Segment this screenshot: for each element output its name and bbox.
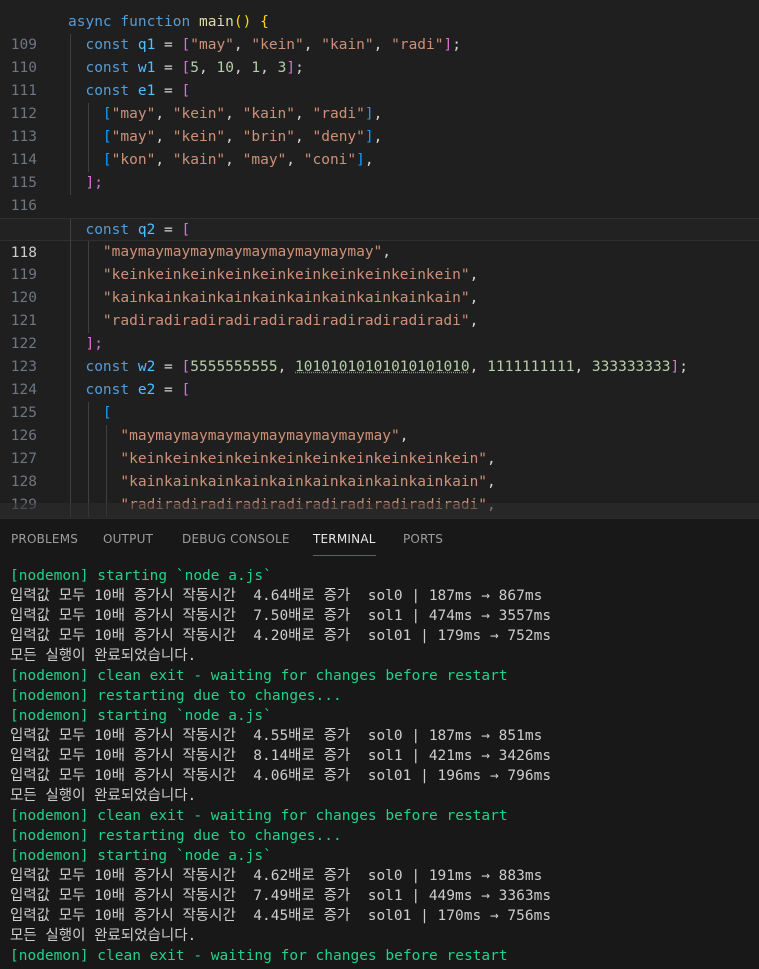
tab-output[interactable]: OUTPUT [103, 532, 153, 546]
terminal-output[interactable]: [nodemon] starting `node a.js` 입력값 모두 10… [10, 566, 755, 966]
terminal-line: [nodemon] starting `node a.js` [10, 708, 272, 724]
terminal-line: 입력값 모두 10배 증가시 작동시간 8.14배로 증가 sol1 | 421… [10, 748, 552, 764]
tab-problems[interactable]: PROBLEMS [11, 532, 78, 546]
code-line[interactable]: 129 "kainkainkainkainkainkainkainkainkai… [0, 471, 759, 513]
code-line[interactable]: 110 const q1 = ["may", "kein", "kain", "… [0, 34, 759, 76]
code-line[interactable]: 125 const e2 = [ [0, 379, 759, 421]
terminal-line: [nodemon] restarting due to changes... [10, 688, 342, 704]
terminal-line: [nodemon] restarting due to changes... [10, 828, 342, 844]
terminal-line: 입력값 모두 10배 증가시 작동시간 4.55배로 증가 sol0 | 187… [10, 728, 543, 744]
bottom-panel: PROBLEMS OUTPUT DEBUG CONSOLE TERMINAL P… [0, 518, 759, 969]
code-line[interactable]: 126 [ [0, 402, 759, 444]
terminal-line: [nodemon] starting `node a.js` [10, 848, 272, 864]
horizontal-scrollbar[interactable] [0, 503, 759, 518]
code-line[interactable]: 120 "keinkeinkeinkeinkeinkeinkeinkeinkei… [0, 264, 759, 306]
terminal-line: 입력값 모두 10배 증가시 작동시간 4.64배로 증가 sol0 | 187… [10, 588, 543, 604]
code-line[interactable]: 115 ["kon", "kain", "may", "coni"], [0, 149, 759, 191]
code-line[interactable]: 124 const w2 = [5555555555, 101010101010… [0, 356, 759, 398]
terminal-line: 모든 실행이 완료되었습니다. [10, 788, 197, 804]
code-line[interactable]: 128 "keinkeinkeinkeinkeinkeinkeinkeinkei… [0, 448, 759, 490]
terminal-line: 입력값 모두 10배 증가시 작동시간 4.20배로 증가 sol01 | 17… [10, 628, 552, 644]
code-line[interactable]: 117 [0, 195, 759, 238]
terminal-line: 입력값 모두 10배 증가시 작동시간 4.62배로 증가 sol0 | 191… [10, 868, 543, 884]
terminal-line: [nodemon] clean exit - waiting for chang… [10, 948, 508, 964]
code-line[interactable]: 123 ]; [0, 333, 759, 375]
panel-tab-bar: PROBLEMS OUTPUT DEBUG CONSOLE TERMINAL P… [0, 519, 759, 561]
terminal-line: [nodemon] clean exit - waiting for chang… [10, 668, 508, 684]
tab-terminal[interactable]: TERMINAL [313, 532, 376, 556]
terminal-line: 입력값 모두 10배 증가시 작동시간 7.50배로 증가 sol1 | 474… [10, 608, 552, 624]
tab-debug-console[interactable]: DEBUG CONSOLE [182, 532, 290, 546]
code-line[interactable]: 122 "radiradiradiradiradiradiradiradirad… [0, 310, 759, 352]
terminal-line: 입력값 모두 10배 증가시 작동시간 7.49배로 증가 sol1 | 449… [10, 888, 552, 904]
code-line[interactable]: 111 const w1 = [5, 10, 1, 3]; [0, 57, 759, 99]
code-line[interactable]: 116 ]; [0, 172, 759, 214]
terminal-line: 입력값 모두 10배 증가시 작동시간 4.06배로 증가 sol01 | 19… [10, 768, 552, 784]
terminal-line: 모든 실행이 완료되었습니다. [10, 928, 197, 944]
terminal-line: 입력값 모두 10배 증가시 작동시간 4.45배로 증가 sol01 | 17… [10, 908, 552, 924]
code-line[interactable]: 113 ["may", "kein", "kain", "radi"], [0, 103, 759, 145]
code-line[interactable]: 112 const e1 = [ [0, 80, 759, 122]
terminal-line: [nodemon] starting `node a.js` [10, 568, 272, 584]
terminal-line: 모든 실행이 완료되었습니다. [10, 648, 197, 664]
code-line[interactable]: 121 "kainkainkainkainkainkainkainkainkai… [0, 287, 759, 329]
code-line[interactable]: 109 async function main() { [0, 11, 759, 53]
tab-ports[interactable]: PORTS [403, 532, 443, 546]
code-editor[interactable]: 109 async function main() { 110 const q1… [0, 0, 759, 518]
lightbulb-icon[interactable] [70, 197, 138, 238]
terminal-line: [nodemon] clean exit - waiting for chang… [10, 808, 508, 824]
code-line-current[interactable]: 118 const q2 = [ [0, 218, 759, 261]
code-line[interactable]: 127 "maymaymaymaymaymaymaymaymaymay", [0, 425, 759, 467]
code-line[interactable]: 119 "maymaymaymaymaymaymaymaymaymay", [0, 241, 759, 283]
code-line[interactable]: 114 ["may", "kein", "brin", "deny"], [0, 126, 759, 168]
